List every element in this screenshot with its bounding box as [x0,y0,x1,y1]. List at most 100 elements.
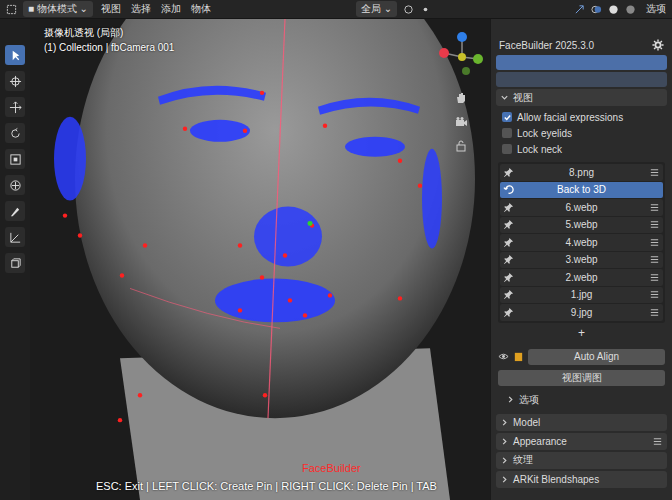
pin[interactable] [143,243,147,247]
header-menu[interactable]: 选择 [129,2,153,16]
pin-icon[interactable] [503,254,514,265]
tool-button[interactable] [5,97,25,117]
header-menu[interactable]: 物体 [189,2,213,16]
pin[interactable] [303,313,307,317]
checkbox-row[interactable]: Lock eyelids [498,126,665,140]
checkbox[interactable] [502,112,512,122]
undo-icon[interactable] [503,184,514,195]
hand-icon[interactable] [454,91,468,105]
options-subsection[interactable]: 选项 [498,392,665,408]
list-icon[interactable] [652,436,663,447]
pin-icon[interactable] [503,202,514,213]
tool-button[interactable] [5,45,25,65]
tool-icon [9,101,22,114]
header-menu[interactable]: 视图 [99,2,123,16]
view-row[interactable]: 9.jpg [500,304,663,321]
tool-button[interactable] [5,123,25,143]
tool-button[interactable] [5,227,25,247]
pin-icon[interactable] [503,237,514,248]
select-box-icon[interactable] [6,4,17,15]
section-header[interactable]: Appearance [496,433,667,450]
auto-align-button[interactable]: Auto Align [528,349,665,365]
pin[interactable] [138,393,142,397]
pin[interactable] [63,213,67,217]
view-section-header[interactable]: 视图 [496,89,667,106]
navigation-gizmo[interactable] [436,31,486,153]
pin[interactable] [118,418,122,422]
menu-icon[interactable] [649,307,660,318]
camera-icon[interactable] [454,115,468,129]
overlay-icon[interactable] [591,4,602,15]
view-row[interactable]: 5.webp [500,217,663,234]
checkbox[interactable] [502,144,512,154]
view-row[interactable]: 8.png [500,164,663,181]
snap-icon[interactable] [403,4,414,15]
pin[interactable] [183,127,187,131]
proportional-icon[interactable] [420,4,431,15]
shading-solid-icon[interactable] [608,4,619,15]
tool-button[interactable] [5,71,25,91]
gear-icon[interactable] [652,39,664,51]
menu-icon[interactable] [649,219,660,230]
face-model[interactable] [30,19,490,500]
tool-button[interactable] [5,175,25,195]
view-row[interactable]: 3.webp [500,252,663,269]
tool-button[interactable] [5,253,25,273]
pin[interactable] [288,298,292,302]
pin[interactable] [398,159,402,163]
tool-button[interactable] [5,201,25,221]
pin-icon[interactable] [503,272,514,283]
align-view-button[interactable]: 视图调图 [498,370,665,386]
shading-material-icon[interactable] [625,4,636,15]
menu-icon[interactable] [649,272,660,283]
checkbox-row[interactable]: Lock neck [498,142,665,156]
pin[interactable] [263,393,267,397]
pin[interactable] [120,273,124,277]
checkbox[interactable] [502,128,512,138]
lock-icon[interactable] [454,139,468,153]
pin[interactable] [328,293,332,297]
menu-icon[interactable] [649,202,660,213]
add-view-button[interactable]: + [498,325,665,341]
pin[interactable] [323,124,327,128]
axis-gizmo-icon[interactable] [436,31,486,81]
pin[interactable] [418,183,422,187]
pin[interactable] [238,243,242,247]
create-head-button[interactable] [496,55,667,70]
view-row[interactable]: 1.jpg [500,287,663,304]
view-row[interactable]: Back to 3D [500,182,663,199]
view-row[interactable]: 4.webp [500,234,663,251]
pin[interactable] [243,129,247,133]
orientation-dropdown[interactable]: 全局 ⌄ [356,1,397,17]
menu-icon[interactable] [649,167,660,178]
lock-align-icon[interactable] [513,351,524,362]
gizmo-toggle-icon[interactable] [574,4,585,15]
menu-icon[interactable] [649,289,660,300]
tool-button[interactable] [5,149,25,169]
pin-icon[interactable] [503,167,514,178]
menu-icon[interactable] [649,254,660,265]
pin[interactable] [78,233,82,237]
pin[interactable] [238,308,242,312]
eye-icon[interactable] [498,351,509,362]
pin[interactable] [283,253,287,257]
pin-icon[interactable] [503,307,514,318]
checkbox-row[interactable]: Allow facial expressions [498,110,665,124]
section-header[interactable]: 纹理 [496,452,667,469]
secondary-head-button[interactable] [496,72,667,87]
view-row[interactable]: 2.webp [500,269,663,286]
pin-icon[interactable] [503,289,514,300]
pin[interactable] [398,296,402,300]
options-button[interactable]: 选项 [642,2,666,16]
header-menu[interactable]: 添加 [159,2,183,16]
pin[interactable] [260,275,264,279]
pin-selected[interactable] [308,221,313,226]
menu-icon[interactable] [649,237,660,248]
pin[interactable] [260,91,264,95]
mode-dropdown[interactable]: ■ 物体模式 ⌄ [23,1,93,17]
3d-viewport[interactable]: 摄像机透视 (局部)(1) Collection | fbCamera 001F… [30,19,490,500]
section-header[interactable]: Model [496,414,667,431]
pin-icon[interactable] [503,219,514,230]
view-row[interactable]: 6.webp [500,199,663,216]
section-header[interactable]: ARKit Blendshapes [496,471,667,488]
